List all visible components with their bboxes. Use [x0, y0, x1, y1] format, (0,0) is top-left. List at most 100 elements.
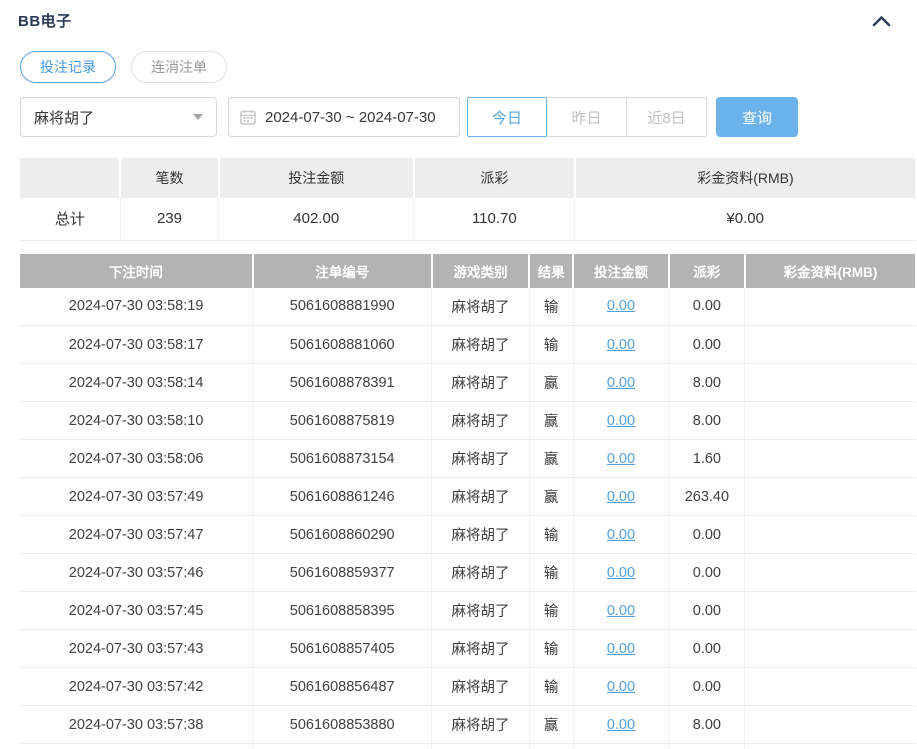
game-select[interactable]: 麻将胡了: [20, 97, 217, 137]
bet-amount-link[interactable]: 0.00: [607, 565, 635, 581]
table-cell: 麻将胡了: [431, 477, 530, 516]
table-cell: 2024-07-30 03:58:17: [20, 325, 253, 364]
table-cell: 1.60: [668, 439, 745, 478]
table-cell: 0.00: [572, 401, 669, 440]
table-cell: 输: [528, 515, 574, 554]
table-cell: 0.00: [572, 591, 669, 630]
table-cell: [20, 743, 253, 749]
records-table: 下注时间 注单编号 游戏类别 结果 投注金额 派彩 彩金资料(RMB) 2024…: [20, 253, 915, 749]
table-cell: 2024-07-30 03:57:46: [20, 553, 253, 592]
query-button[interactable]: 查询: [716, 97, 798, 137]
tab-bar: 投注记录 连消注单: [0, 31, 917, 83]
table-cell: 5061608878391: [252, 363, 432, 402]
table-cell: [252, 743, 432, 749]
bet-amount-link[interactable]: 0.00: [607, 375, 635, 391]
table-cell: [744, 705, 915, 744]
table-cell: 5061608873154: [252, 439, 432, 478]
records-table-body: 2024-07-30 03:58:19 5061608881990 麻将胡了输 0.0…: [20, 287, 915, 749]
header-order-number: 注单编号: [251, 253, 432, 288]
summary-total-label: 总计: [20, 198, 121, 241]
table-cell: 0.00: [668, 629, 745, 668]
table-cell: 5061608853880: [252, 705, 432, 744]
table-cell: 0.00: [572, 325, 669, 364]
bet-amount-link[interactable]: 0.00: [607, 413, 635, 429]
table-cell: 赢: [528, 439, 574, 478]
table-cell: 0.00: [572, 287, 669, 326]
table-cell: 0.00: [668, 591, 745, 630]
table-cell: 0.00: [572, 629, 669, 668]
table-cell: 赢: [528, 401, 574, 440]
tab-canceled-orders[interactable]: 连消注单: [131, 51, 227, 83]
table-cell: 8.00: [668, 363, 745, 402]
bet-amount-link[interactable]: 0.00: [607, 641, 635, 657]
table-cell: 麻将胡了: [431, 287, 530, 326]
bet-amount-link[interactable]: 0.00: [607, 527, 635, 543]
table-cell: 0.00: [572, 439, 669, 478]
collapse-button[interactable]: [870, 13, 893, 29]
table-cell: 2024-07-30 03:57:47: [20, 515, 253, 554]
bet-amount-link[interactable]: 0.00: [607, 298, 635, 314]
table-cell: 5061608859377: [252, 553, 432, 592]
quick-range-group: 今日 昨日 近8日: [467, 97, 707, 137]
table-row: 2024-07-30 03:57:43 5061608857405 麻将胡了输 0.0…: [20, 629, 915, 668]
table-cell: 麻将胡了: [431, 515, 530, 554]
bet-amount-link[interactable]: 0.00: [607, 337, 635, 353]
table-cell: [744, 515, 915, 554]
table-cell: 赢: [528, 705, 574, 744]
table-cell: 2024-07-30 03:57:42: [20, 667, 253, 706]
date-range-picker[interactable]: 2024-07-30 ~ 2024-07-30: [228, 97, 460, 137]
records-header-row: 下注时间 注单编号 游戏类别 结果 投注金额 派彩 彩金资料(RMB): [20, 253, 915, 288]
summary-total-count: 239: [119, 198, 219, 241]
table-cell: 0.00: [572, 477, 669, 516]
table-cell: 2024-07-30 03:57:38: [20, 705, 253, 744]
summary-header-row: 笔数 投注金额 派彩 彩金资料(RMB): [20, 158, 915, 198]
table-cell: 5061608861246: [252, 477, 432, 516]
header-jackpot: 彩金资料(RMB): [743, 253, 915, 288]
table-row: 2024-07-30 03:58:19 5061608881990 麻将胡了输 0.0…: [20, 287, 915, 326]
tab-bet-records[interactable]: 投注记录: [20, 51, 116, 83]
table-cell: [744, 287, 915, 326]
range-last8days-button[interactable]: 近8日: [627, 97, 707, 137]
filter-bar: 麻将胡了 2024-07-30 ~ 2024-07-30 今日 昨日 近8日 查…: [0, 83, 917, 137]
table-cell: [744, 743, 915, 749]
table-cell: [528, 743, 574, 749]
table-cell: 263.40: [668, 477, 745, 516]
table-cell: [744, 325, 915, 364]
table-cell: 输: [528, 325, 574, 364]
range-today-button[interactable]: 今日: [467, 97, 547, 137]
bet-amount-link[interactable]: 0.00: [607, 717, 635, 733]
table-cell: 赢: [528, 477, 574, 516]
table-cell: [744, 629, 915, 668]
table-cell: [744, 363, 915, 402]
summary-total-row: 总计 239 402.00 110.70 ¥0.00: [20, 198, 915, 241]
table-cell: 2024-07-30 03:58:10: [20, 401, 253, 440]
table-cell: 0.00: [668, 325, 745, 364]
bet-amount-link[interactable]: 0.00: [607, 679, 635, 695]
table-cell: [572, 743, 669, 749]
range-yesterday-button[interactable]: 昨日: [547, 97, 627, 137]
table-cell: 麻将胡了: [431, 591, 530, 630]
table-row: 2024-07-30 03:57:42 5061608856487 麻将胡了输 0.0…: [20, 667, 915, 706]
header-payout: 派彩: [667, 253, 745, 288]
table-cell: [431, 743, 530, 749]
table-cell: 2024-07-30 03:57:49: [20, 477, 253, 516]
summary-total-payout: 110.70: [413, 198, 575, 241]
table-cell: 5061608857405: [252, 629, 432, 668]
bet-amount-link[interactable]: 0.00: [607, 451, 635, 467]
game-select-value: 麻将胡了: [34, 109, 95, 127]
bet-amount-link[interactable]: 0.00: [607, 489, 635, 505]
bet-amount-link[interactable]: 0.00: [607, 603, 635, 619]
table-cell: 5061608856487: [252, 667, 432, 706]
summary-header-blank: [20, 158, 121, 198]
table-cell: 5061608858395: [252, 591, 432, 630]
table-cell: [668, 743, 745, 749]
table-row: 2024-07-30 03:58:17 5061608881060 麻将胡了输 0.0…: [20, 325, 915, 364]
table-cell: [744, 591, 915, 630]
calendar-icon: [240, 109, 256, 125]
summary-header-jackpot: 彩金资料(RMB): [573, 158, 915, 198]
table-cell: 2024-07-30 03:58:14: [20, 363, 253, 402]
page-title: BB电子: [18, 13, 72, 30]
table-row: 2024-07-30 03:57:49 5061608861246 麻将胡了赢 0.0…: [20, 477, 915, 516]
table-cell: 2024-07-30 03:58:06: [20, 439, 253, 478]
table-cell: 输: [528, 553, 574, 592]
